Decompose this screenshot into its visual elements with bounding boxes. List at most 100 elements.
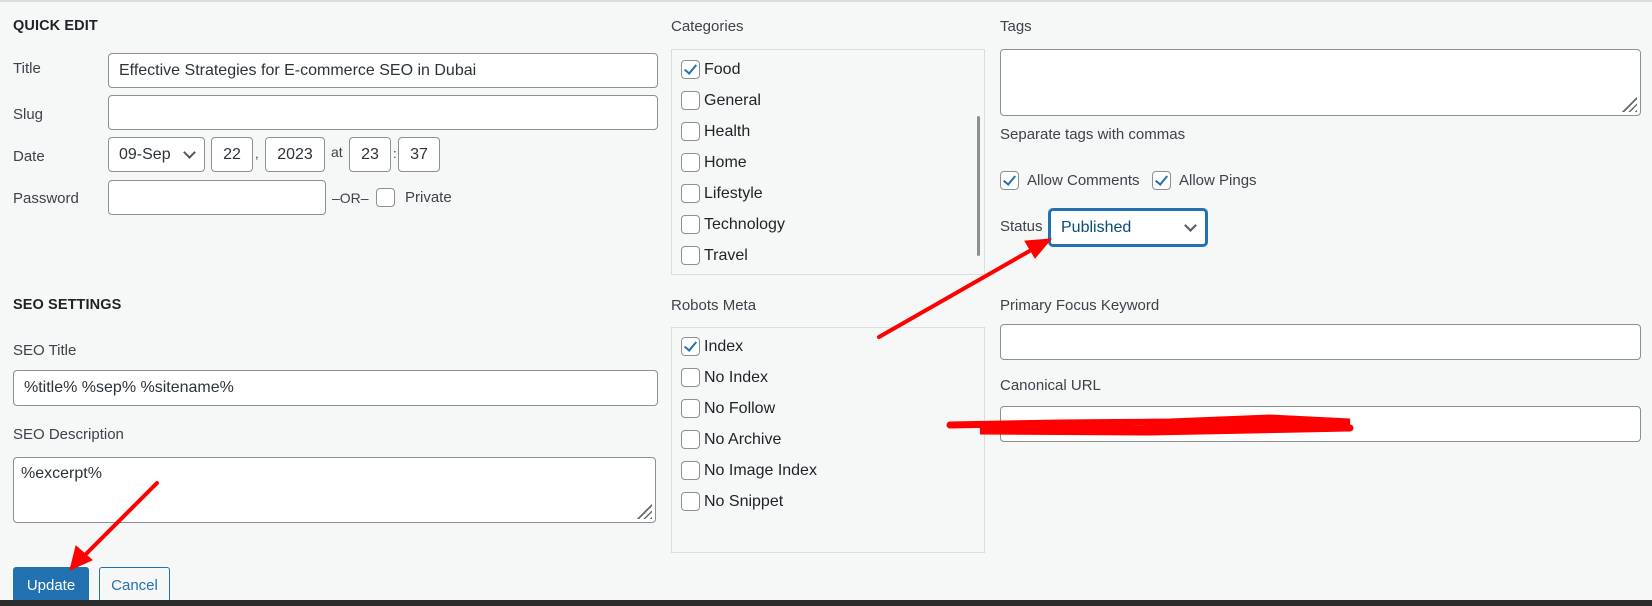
date-colon: : xyxy=(393,146,397,161)
robots-meta-item-label: Index xyxy=(704,337,744,355)
update-button[interactable]: Update xyxy=(13,567,89,603)
seo-title-value: %title% %sep% %sitename% xyxy=(24,379,234,396)
status-select[interactable]: Published xyxy=(1049,209,1207,246)
seo-title-input[interactable]: %title% %sep% %sitename% xyxy=(13,370,658,406)
bottom-bar xyxy=(0,600,1652,606)
date-month-value: 09-Sep xyxy=(119,145,171,163)
date-year-input[interactable]: 2023 xyxy=(265,137,325,172)
date-minute-input[interactable]: 37 xyxy=(398,137,440,172)
category-item[interactable]: Health xyxy=(681,122,750,141)
tags-hint: Separate tags with commas xyxy=(1000,126,1186,143)
private-checkbox-row[interactable]: Private xyxy=(376,188,452,207)
category-checkbox[interactable] xyxy=(681,122,700,141)
chevron-down-icon xyxy=(1184,218,1197,232)
private-label: Private xyxy=(405,189,452,206)
seo-settings-heading: SEO SETTINGS xyxy=(13,297,122,313)
date-day-value: 22 xyxy=(223,145,241,163)
category-item-label: Health xyxy=(704,122,751,140)
robots-meta-label: Robots Meta xyxy=(671,297,757,314)
focus-keyword-input[interactable] xyxy=(1000,324,1641,360)
category-item-label: Travel xyxy=(704,246,748,264)
robots-meta-item[interactable]: No Image Index xyxy=(681,461,817,480)
quick-edit-heading: QUICK EDIT xyxy=(13,18,98,34)
category-item-label: Food xyxy=(704,60,741,78)
robots-meta-checkbox[interactable] xyxy=(681,430,700,449)
robots-meta-checkbox[interactable] xyxy=(681,337,700,356)
focus-keyword-label: Primary Focus Keyword xyxy=(1000,297,1160,314)
category-item[interactable]: Home xyxy=(681,153,747,172)
category-item-label: Technology xyxy=(704,215,785,233)
robots-meta-item-label: No Snippet xyxy=(704,492,784,510)
date-minute-value: 37 xyxy=(410,145,428,163)
robots-meta-item-label: No Follow xyxy=(704,399,776,417)
tags-textarea[interactable] xyxy=(1000,49,1641,116)
robots-meta-checkbox[interactable] xyxy=(681,368,700,387)
date-hour-input[interactable]: 23 xyxy=(349,137,391,172)
robots-meta-item[interactable]: No Index xyxy=(681,368,768,387)
allow-comments-label: Allow Comments xyxy=(1027,172,1140,189)
category-checkbox[interactable] xyxy=(681,60,700,79)
category-checkbox[interactable] xyxy=(681,246,700,265)
resize-grip-icon[interactable] xyxy=(636,503,652,519)
category-item[interactable]: Travel xyxy=(681,246,748,265)
date-label: Date xyxy=(13,148,45,165)
or-separator: –OR– xyxy=(332,190,369,206)
password-input[interactable] xyxy=(108,180,326,215)
slug-label: Slug xyxy=(13,106,44,123)
date-month-select[interactable]: 09-Sep xyxy=(108,137,205,172)
robots-meta-item[interactable]: Index xyxy=(681,337,743,356)
allow-pings-row[interactable]: Allow Pings xyxy=(1152,171,1257,190)
seo-description-value: %excerpt% xyxy=(21,465,102,482)
title-input[interactable]: Effective Strategies for E-commerce SEO … xyxy=(108,53,658,88)
category-item[interactable]: General xyxy=(681,91,761,110)
date-at-text: at xyxy=(331,144,343,160)
tags-label: Tags xyxy=(1000,18,1032,35)
category-checkbox[interactable] xyxy=(681,153,700,172)
canonical-url-input[interactable] xyxy=(1000,406,1641,442)
allow-pings-checkbox[interactable] xyxy=(1152,171,1171,190)
category-item[interactable]: Lifestyle xyxy=(681,184,763,203)
allow-comments-row[interactable]: Allow Comments xyxy=(1000,171,1140,190)
category-checkbox[interactable] xyxy=(681,215,700,234)
category-checkbox[interactable] xyxy=(681,184,700,203)
robots-meta-checkbox[interactable] xyxy=(681,461,700,480)
date-comma: , xyxy=(255,146,259,161)
seo-description-label: SEO Description xyxy=(13,426,124,443)
category-item-label: Home xyxy=(704,153,747,171)
title-label: Title xyxy=(13,60,41,77)
seo-description-textarea[interactable]: %excerpt% xyxy=(13,457,656,523)
title-input-value: Effective Strategies for E-commerce SEO … xyxy=(119,61,477,79)
status-select-value: Published xyxy=(1061,218,1132,236)
category-item[interactable]: Food xyxy=(681,60,740,79)
status-label: Status xyxy=(1000,218,1043,235)
arrow-to-status-head xyxy=(1024,238,1053,259)
robots-meta-item[interactable]: No Snippet xyxy=(681,492,783,511)
robots-meta-item-label: No Image Index xyxy=(704,461,817,479)
robots-meta-item-label: No Index xyxy=(704,368,769,386)
robots-meta-checkbox[interactable] xyxy=(681,492,700,511)
category-checkbox[interactable] xyxy=(681,91,700,110)
private-checkbox[interactable] xyxy=(376,188,395,207)
resize-grip-icon[interactable] xyxy=(1621,96,1637,112)
categories-scrollbar[interactable] xyxy=(977,116,980,256)
robots-meta-checkbox[interactable] xyxy=(681,399,700,418)
category-item-label: Lifestyle xyxy=(704,184,763,202)
slug-input[interactable] xyxy=(108,95,658,130)
categories-label: Categories xyxy=(671,18,744,35)
category-item-label: General xyxy=(704,91,761,109)
allow-comments-checkbox[interactable] xyxy=(1000,171,1019,190)
canonical-url-label: Canonical URL xyxy=(1000,377,1101,394)
seo-title-label: SEO Title xyxy=(13,342,77,359)
password-label: Password xyxy=(13,190,79,207)
category-item[interactable]: Technology xyxy=(681,215,785,234)
allow-pings-label: Allow Pings xyxy=(1179,172,1257,189)
top-divider xyxy=(0,0,1652,2)
update-button-label: Update xyxy=(26,576,76,594)
robots-meta-item-label: No Archive xyxy=(704,430,782,448)
date-hour-value: 23 xyxy=(361,145,379,163)
cancel-button[interactable]: Cancel xyxy=(99,567,170,603)
robots-meta-item[interactable]: No Archive xyxy=(681,430,781,449)
cancel-button-label: Cancel xyxy=(111,576,158,594)
date-day-input[interactable]: 22 xyxy=(211,137,253,172)
robots-meta-item[interactable]: No Follow xyxy=(681,399,775,418)
